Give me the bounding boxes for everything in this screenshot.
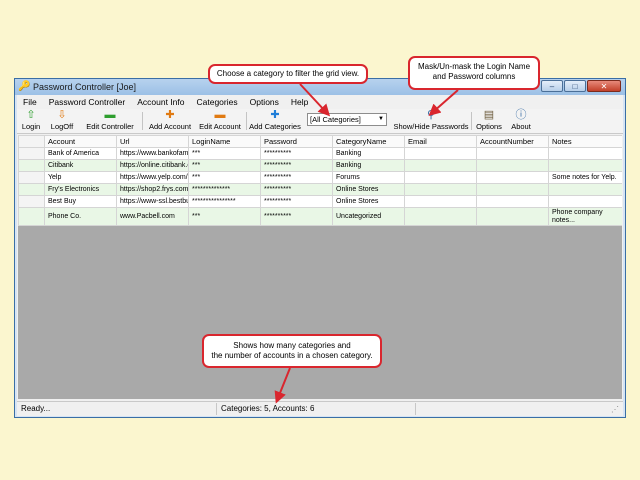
callout-arrows bbox=[274, 83, 459, 404]
arrow-filter bbox=[299, 83, 331, 117]
arrow-mask bbox=[428, 89, 459, 116]
arrow-counts bbox=[274, 367, 291, 404]
